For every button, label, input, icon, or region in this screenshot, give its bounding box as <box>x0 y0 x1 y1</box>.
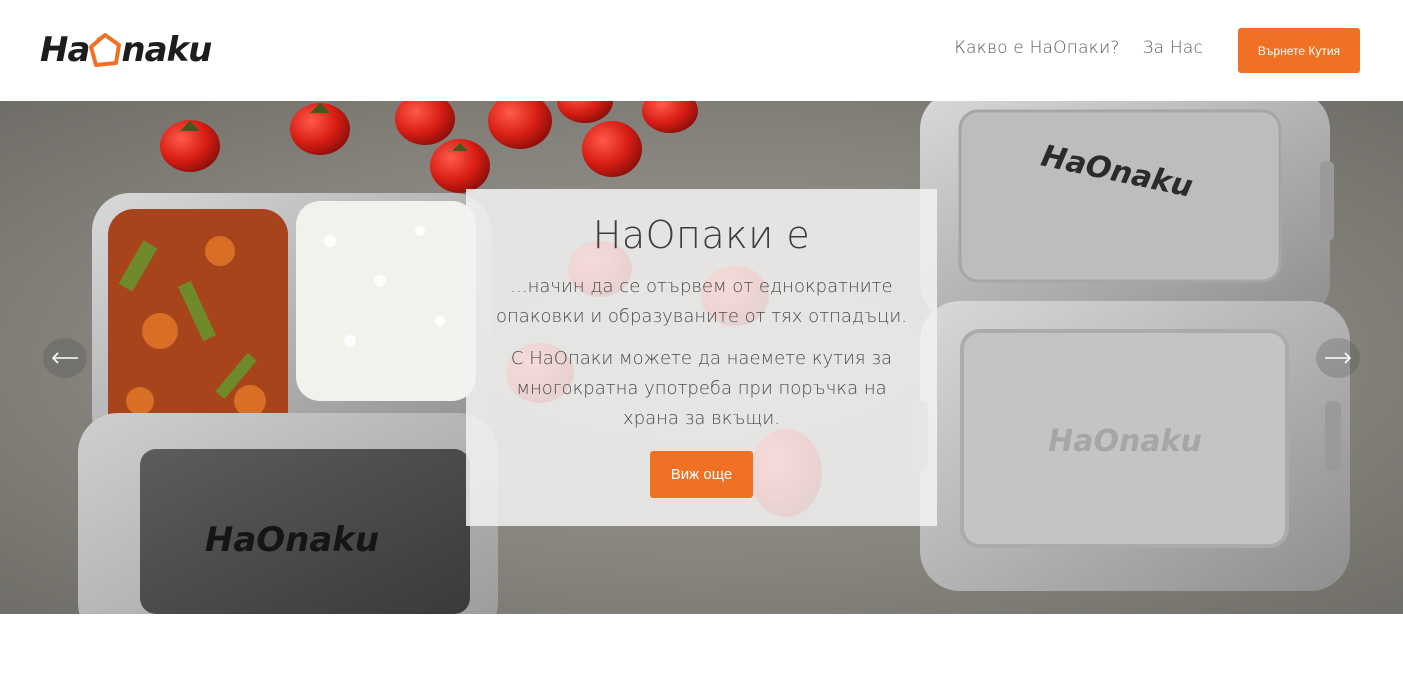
hero-subdescription: С НаОпаки можете да наемете кутия за мно… <box>510 348 893 429</box>
arrow-left-icon <box>51 352 78 364</box>
arrow-right-icon <box>1325 352 1352 364</box>
next-slide-button[interactable] <box>1316 338 1360 378</box>
site-header: Ha naku Какво е НаОпаки? За Нас Върнете К… <box>0 0 1403 101</box>
box-logo-bottom-right: HaOnaku <box>1048 424 1202 459</box>
hero-caption-panel: НаОпаки е ...начин да се отървем от едно… <box>466 189 937 526</box>
box-logo-left: HaOnaku <box>205 520 379 560</box>
nav-link-what-is[interactable]: Какво е НаОпаки? <box>954 38 1119 58</box>
hero-title: НаОпаки е <box>592 213 811 257</box>
logo[interactable]: Ha naku <box>40 26 212 74</box>
box-icon <box>89 33 122 67</box>
hero-description: ...начин да се отървем от еднократните о… <box>496 276 907 327</box>
nav-link-about[interactable]: За Нас <box>1143 38 1203 58</box>
main-nav: Какво е НаОпаки? За Нас <box>954 38 1203 58</box>
return-box-button[interactable]: Върнете Кутия <box>1238 28 1360 73</box>
logo-wordmark: Ha naku <box>40 30 212 70</box>
see-more-button[interactable]: Виж още <box>650 451 753 498</box>
prev-slide-button[interactable] <box>43 338 87 378</box>
hero-slider: HaOnaku HaOnaku HaOnaku НаОпаки е ...нач… <box>0 101 1403 614</box>
